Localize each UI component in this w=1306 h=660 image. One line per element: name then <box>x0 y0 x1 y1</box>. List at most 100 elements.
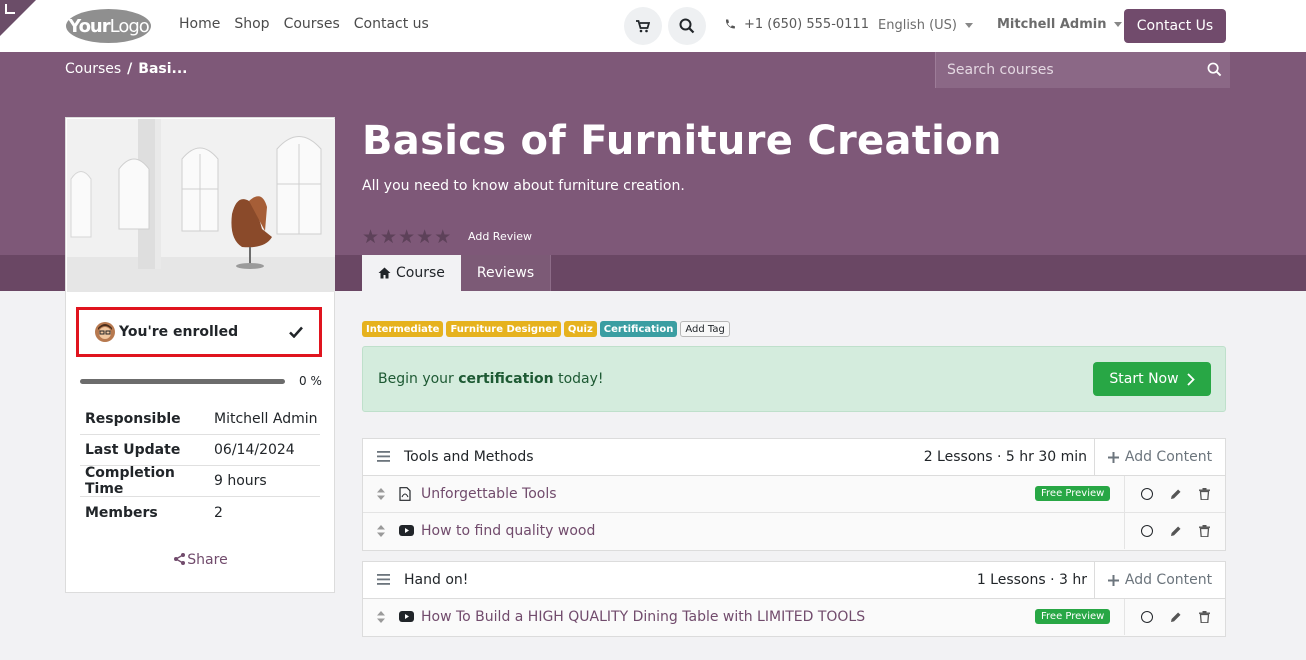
course-sidebar-card: You're enrolled 0 % Responsible Mitchell… <box>65 117 335 593</box>
mark-done-circle-icon[interactable] <box>1141 488 1154 500</box>
course-section: Tools and Methods 2 Lessons · 5 hr 30 mi… <box>362 438 1226 551</box>
sort-handle-icon[interactable] <box>377 611 385 623</box>
nav-courses[interactable]: Courses <box>284 16 340 32</box>
logo-text-bold: Your <box>68 15 110 37</box>
share-icon <box>174 553 186 565</box>
check-icon <box>289 326 303 338</box>
pencil-icon[interactable] <box>1170 611 1182 623</box>
breadcrumb-separator: / <box>127 61 133 77</box>
youtube-icon <box>399 611 414 622</box>
mark-done-circle-icon[interactable] <box>1141 611 1154 623</box>
course-subtitle: All you need to know about furniture cre… <box>362 178 685 194</box>
breadcrumb-courses[interactable]: Courses <box>65 61 121 77</box>
start-now-label: Start Now <box>1109 371 1179 387</box>
info-row-last-update: Last Update 06/14/2024 <box>80 435 320 466</box>
info-value: 9 hours <box>214 473 267 489</box>
lesson-actions <box>1124 513 1226 549</box>
star-icon: ★ <box>416 226 434 248</box>
start-now-button[interactable]: Start Now <box>1093 362 1211 396</box>
lesson-title-link[interactable]: Unforgettable Tools <box>421 486 557 502</box>
edit-corner-icon <box>5 4 15 14</box>
sort-handle-icon[interactable] <box>377 488 385 500</box>
tag-intermediate[interactable]: Intermediate <box>362 321 444 337</box>
enrolled-status: You're enrolled <box>76 307 322 357</box>
nav-home[interactable]: Home <box>179 16 220 32</box>
nav-contact-us[interactable]: Contact us <box>354 16 429 32</box>
tag-quiz[interactable]: Quiz <box>563 321 597 337</box>
search-icon <box>679 18 695 34</box>
trash-icon[interactable] <box>1198 611 1210 623</box>
add-tag-button[interactable]: Add Tag <box>680 321 730 337</box>
tab-course-label: Course <box>396 265 445 281</box>
lesson-title-link[interactable]: How to find quality wood <box>421 523 595 539</box>
phone-link[interactable]: +1 (650) 555-0111 <box>724 17 869 32</box>
star-icon: ★ <box>362 226 380 248</box>
free-preview-badge: Free Preview <box>1035 486 1111 501</box>
nav-shop[interactable]: Shop <box>234 16 269 32</box>
language-selector[interactable]: English (US) <box>878 18 973 33</box>
trash-icon[interactable] <box>1198 488 1210 500</box>
search-submit-button[interactable] <box>1207 62 1222 81</box>
room-chair-illustration <box>67 119 335 292</box>
info-value: 2 <box>214 504 223 521</box>
tab-reviews[interactable]: Reviews <box>460 255 552 291</box>
certification-text: Begin your certification today! <box>378 371 604 387</box>
course-tabs: Course Reviews <box>362 255 552 291</box>
language-label: English (US) <box>878 18 957 33</box>
info-key: Completion Time <box>85 465 175 497</box>
tab-course[interactable]: Course <box>362 255 461 291</box>
share-link[interactable]: Share <box>66 552 336 568</box>
tag-furniture-designer[interactable]: Furniture Designer <box>446 321 561 337</box>
rating-stars: ★ ★ ★ ★ ★ <box>362 226 451 248</box>
enrolled-label: You're enrolled <box>119 324 239 340</box>
pencil-icon[interactable] <box>1170 525 1182 537</box>
info-row-completion-time: Completion Time 9 hours <box>80 465 320 497</box>
info-key: Members <box>85 504 158 521</box>
cert-text-before: Begin your <box>378 371 459 387</box>
chevron-right-icon <box>1186 372 1195 386</box>
breadcrumb-current: Basi... <box>138 61 188 77</box>
phone-number: +1 (650) 555-0111 <box>744 17 869 32</box>
main-nav: Home Shop Courses Contact us <box>179 16 429 32</box>
drag-handle-icon[interactable] <box>377 451 390 462</box>
course-progress-bar <box>80 379 285 384</box>
plus-icon <box>1107 574 1119 586</box>
course-title: Basics of Furniture Creation <box>362 118 1002 164</box>
section-meta: 1 Lessons · 3 hr <box>976 572 1087 588</box>
course-info-table: Responsible Mitchell Admin Last Update 0… <box>80 404 320 528</box>
cert-text-bold: certification <box>458 371 554 387</box>
course-search <box>935 52 1230 88</box>
add-review-link[interactable]: Add Review <box>468 230 532 243</box>
add-content-label: Add Content <box>1124 449 1213 465</box>
search-toggle-button[interactable] <box>668 7 706 45</box>
section-header: Tools and Methods 2 Lessons · 5 hr 30 mi… <box>363 439 1225 476</box>
info-key: Last Update <box>85 442 181 458</box>
sort-handle-icon[interactable] <box>377 525 385 537</box>
lesson-row: How to find quality wood <box>363 513 1225 550</box>
top-header: Your Logo Home Shop Courses Contact us +1… <box>0 0 1306 52</box>
info-value: Mitchell Admin <box>214 411 318 427</box>
contact-us-button[interactable]: Contact Us <box>1124 9 1226 43</box>
tag-certification[interactable]: Certification <box>599 321 678 337</box>
plus-icon <box>1107 451 1119 463</box>
tab-reviews-label: Reviews <box>476 265 535 281</box>
drag-handle-icon[interactable] <box>377 574 390 585</box>
lesson-title-link[interactable]: How To Build a HIGH QUALITY Dining Table… <box>421 609 865 625</box>
course-tags: Intermediate Furniture Designer Quiz Cer… <box>362 321 730 337</box>
star-icon: ★ <box>398 226 416 248</box>
pencil-icon[interactable] <box>1170 488 1182 500</box>
lesson-row: Unforgettable Tools Free Preview <box>363 476 1225 513</box>
add-content-button[interactable]: Add Content <box>1094 439 1225 475</box>
site-logo[interactable]: Your Logo <box>66 9 151 43</box>
info-key: Responsible <box>85 411 181 427</box>
cart-button[interactable] <box>624 7 662 45</box>
course-cover-image <box>67 119 335 292</box>
search-courses-input[interactable] <box>936 62 1198 78</box>
breadcrumb: Courses / Basi... <box>65 61 188 77</box>
trash-icon[interactable] <box>1198 525 1210 537</box>
add-content-button[interactable]: Add Content <box>1094 562 1225 598</box>
info-row-responsible: Responsible Mitchell Admin <box>80 404 320 435</box>
star-icon: ★ <box>380 226 398 248</box>
mark-done-circle-icon[interactable] <box>1141 525 1154 537</box>
user-menu[interactable]: Mitchell Admin <box>997 17 1123 32</box>
